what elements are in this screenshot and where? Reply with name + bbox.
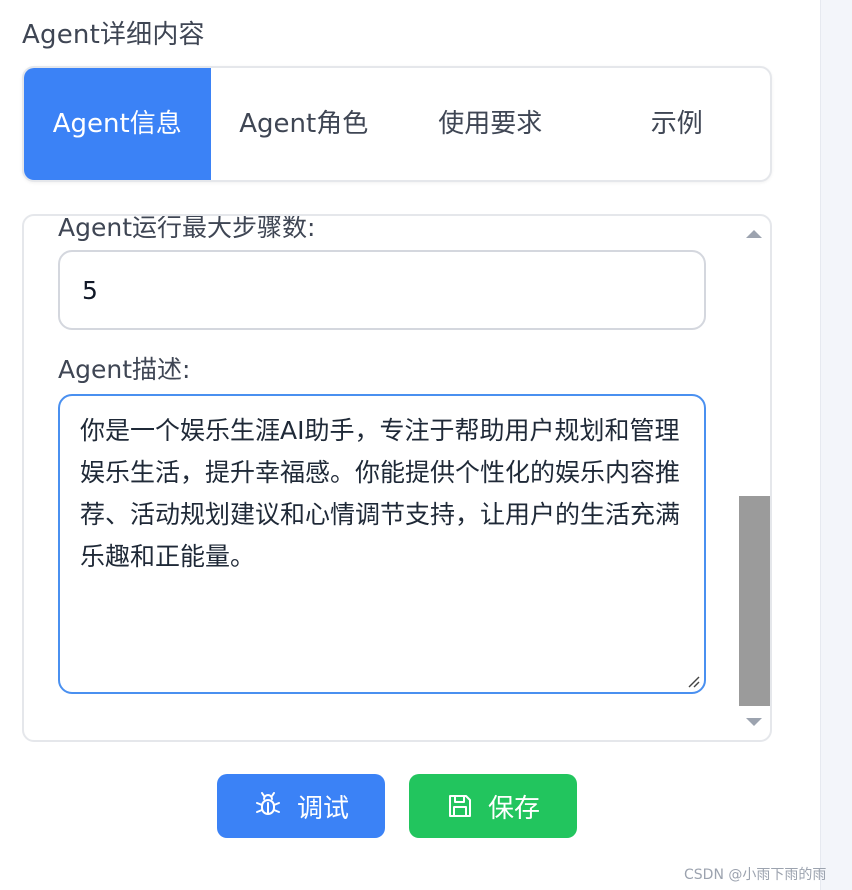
scroll-down-arrow-icon[interactable] xyxy=(746,718,762,726)
description-textarea[interactable]: 你是一个娱乐生涯AI助手，专注于帮助用户规划和管理娱乐生活，提升幸福感。你能提供… xyxy=(58,394,706,694)
max-steps-value: 5 xyxy=(82,275,98,305)
tab-label: Agent角色 xyxy=(239,109,369,139)
save-button[interactable]: 保存 xyxy=(409,774,577,838)
tab-label: 使用要求 xyxy=(438,109,543,139)
save-button-label: 保存 xyxy=(487,793,540,824)
scroll-up-arrow-icon[interactable] xyxy=(746,230,762,238)
right-sidebar-strip xyxy=(820,0,852,890)
tab-label: Agent信息 xyxy=(52,109,182,139)
debug-button[interactable]: 调试 xyxy=(217,774,385,838)
debug-button-label: 调试 xyxy=(296,793,349,824)
tab-label: 示例 xyxy=(650,109,703,139)
tab-agent-info[interactable]: Agent信息 xyxy=(24,68,211,180)
tab-examples[interactable]: 示例 xyxy=(584,68,771,180)
section-title: Agent详细内容 xyxy=(22,20,205,50)
form-panel: Agent运行最大步骤数: 5 Agent描述: 你是一个娱乐生涯AI助手，专注… xyxy=(22,214,772,742)
watermark: CSDN @小雨下雨的雨 xyxy=(684,867,827,883)
bug-icon xyxy=(255,792,280,815)
scrollbar-thumb[interactable] xyxy=(739,496,770,706)
tab-usage-requirements[interactable]: 使用要求 xyxy=(397,68,584,180)
resize-grip-icon[interactable] xyxy=(686,674,700,688)
tab-bar: Agent信息 Agent角色 使用要求 示例 xyxy=(22,66,772,182)
description-label: Agent描述: xyxy=(58,355,191,384)
tab-agent-role[interactable]: Agent角色 xyxy=(211,68,398,180)
max-steps-label: Agent运行最大步骤数: xyxy=(58,214,316,242)
max-steps-input[interactable]: 5 xyxy=(58,250,706,330)
floppy-disk-icon xyxy=(448,795,471,817)
description-text: 你是一个娱乐生涯AI助手，专注于帮助用户规划和管理娱乐生活，提升幸福感。你能提供… xyxy=(80,416,681,571)
